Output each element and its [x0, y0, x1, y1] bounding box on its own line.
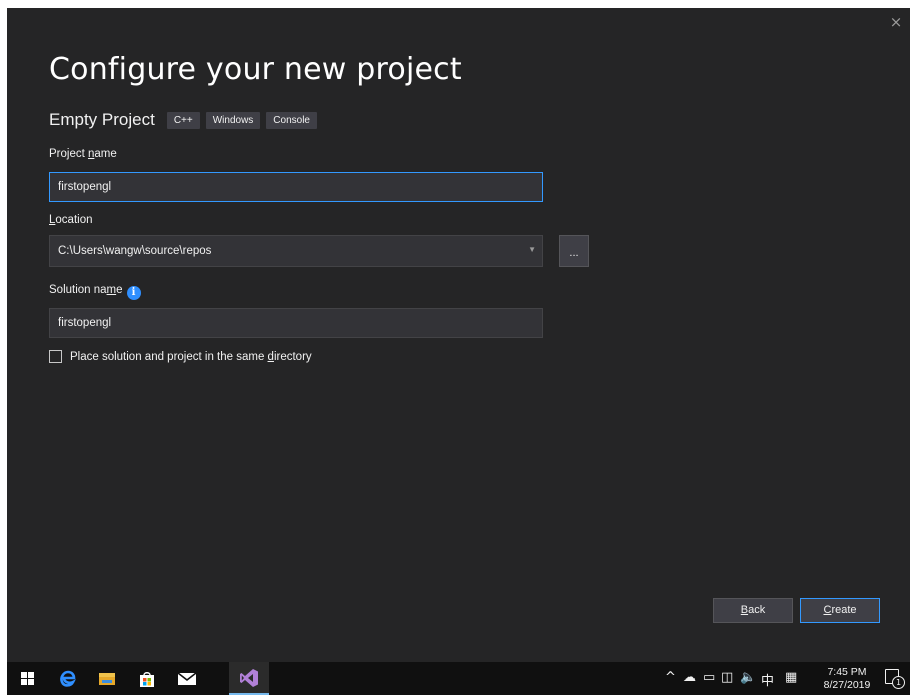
show-hidden-icons-chevron-icon[interactable]: ^	[665, 670, 676, 685]
clock-date: 8/27/2019	[823, 679, 871, 691]
tag-project-type: Console	[266, 111, 317, 129]
back-button[interactable]: Back	[713, 598, 793, 623]
chevron-down-icon[interactable]: ▼	[528, 236, 536, 264]
same-directory-checkbox[interactable]	[49, 350, 62, 363]
project-name-input[interactable]	[49, 172, 543, 202]
configure-project-dialog: × Configure your new project Empty Proje…	[7, 8, 910, 662]
location-value: C:\Users\wangw\source\repos	[58, 245, 212, 257]
create-button[interactable]: Create	[800, 598, 880, 623]
project-name-label: Project name	[49, 148, 117, 160]
action-center-icon[interactable]: 1	[885, 669, 905, 689]
edge-taskbar-button[interactable]	[47, 662, 87, 695]
network-icon[interactable]: ◫	[721, 670, 733, 685]
file-explorer-taskbar-button[interactable]	[87, 662, 127, 695]
mail-icon	[177, 671, 197, 685]
close-icon[interactable]: ×	[888, 14, 904, 30]
taskbar: ^ ☁ ▭ ◫ 🔈 中 ▦ 7:45 PM 8/27/2019 1	[7, 662, 910, 695]
same-directory-option[interactable]: Place solution and project in the same d…	[49, 350, 312, 363]
notification-count-badge: 1	[892, 676, 905, 689]
ime-keyboard-icon[interactable]: ▦	[785, 670, 797, 685]
solution-name-input[interactable]	[49, 308, 543, 338]
solution-name-label: Solution name i	[49, 284, 141, 300]
location-combobox[interactable]: C:\Users\wangw\source\repos ▼	[49, 235, 543, 267]
page-title: Configure your new project	[49, 52, 462, 87]
start-button[interactable]	[7, 662, 47, 695]
store-bag-icon	[140, 671, 154, 687]
browse-location-button[interactable]: ...	[559, 235, 589, 267]
clock-time: 7:45 PM	[827, 666, 867, 678]
onedrive-cloud-icon[interactable]: ☁	[683, 670, 696, 685]
location-label: Location	[49, 214, 93, 226]
tag-platform: Windows	[205, 111, 261, 129]
windows-icon	[20, 672, 34, 685]
info-icon[interactable]: i	[126, 286, 141, 300]
store-taskbar-button[interactable]	[127, 662, 167, 695]
tag-language: C++	[166, 111, 200, 129]
volume-icon[interactable]: 🔈	[740, 670, 756, 685]
edge-icon	[60, 670, 76, 687]
battery-icon[interactable]: ▭	[703, 670, 715, 685]
taskbar-clock[interactable]: 7:45 PM 8/27/2019	[817, 666, 877, 692]
ime-mode-indicator[interactable]: 中	[761, 670, 774, 689]
visual-studio-icon	[240, 668, 258, 687]
folder-icon	[99, 672, 115, 685]
mail-taskbar-button[interactable]	[167, 662, 207, 695]
visual-studio-taskbar-button[interactable]	[229, 662, 269, 695]
same-directory-label: Place solution and project in the same d…	[70, 350, 312, 363]
template-summary: Empty Project C++ Windows Console	[49, 108, 323, 132]
template-name: Empty Project	[49, 110, 155, 129]
